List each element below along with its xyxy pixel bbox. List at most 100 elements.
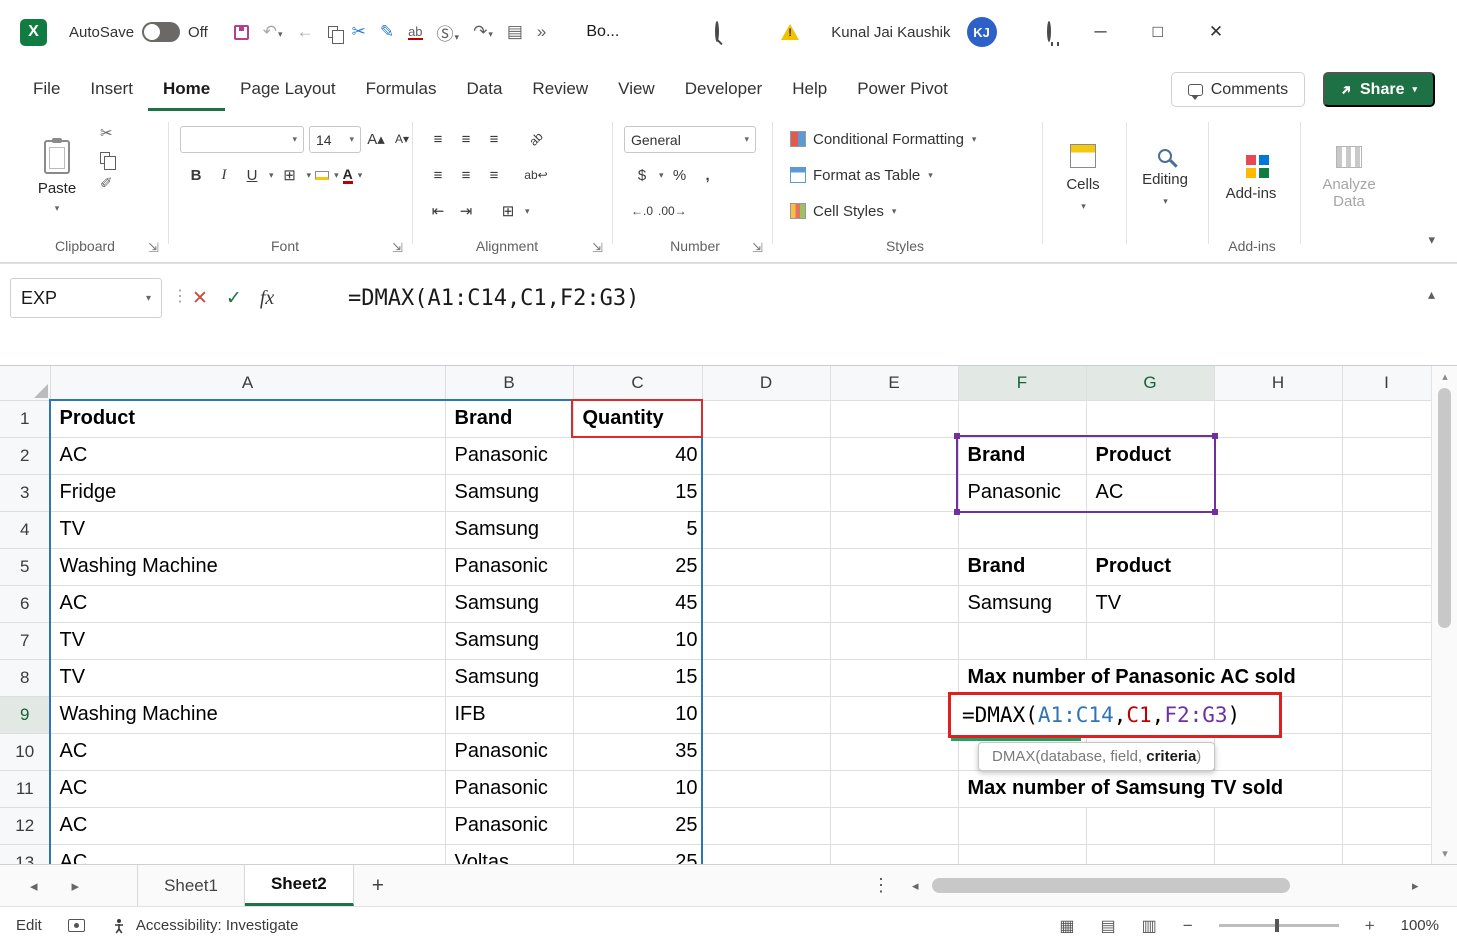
macro-record-icon[interactable] (68, 919, 85, 932)
formula-edit-box[interactable]: =DMAX(A1:C14,C1,F2:G3) (948, 692, 1282, 738)
merge-center-icon[interactable]: ⊞ (496, 198, 520, 224)
insert-function-icon[interactable]: fx (260, 287, 274, 310)
cell[interactable]: 5 (573, 511, 702, 548)
close-button[interactable]: ✕ (1209, 22, 1223, 42)
cell[interactable]: Panasonic (445, 807, 573, 844)
chevron-down-icon[interactable]: ▾ (659, 170, 664, 181)
cell[interactable]: TV (50, 659, 445, 696)
col-header-h[interactable]: H (1214, 366, 1342, 400)
cell[interactable] (1342, 400, 1431, 437)
cell[interactable]: Washing Machine (50, 548, 445, 585)
horizontal-scrollbar[interactable] (932, 878, 1404, 893)
minimize-button[interactable]: ─ (1095, 22, 1107, 42)
cell[interactable] (1342, 474, 1431, 511)
sheetbar-menu-icon[interactable]: ⋮ (872, 875, 890, 896)
vertical-scroll-thumb[interactable] (1438, 388, 1451, 628)
zoom-out-icon[interactable]: − (1183, 916, 1193, 936)
qat-overflow-icon[interactable]: » (537, 22, 546, 42)
undo-button[interactable]: ↶▾ (263, 22, 283, 42)
save-icon[interactable] (234, 25, 249, 40)
cell[interactable] (1214, 622, 1342, 659)
cell[interactable]: 25 (573, 548, 702, 585)
alignment-dialog-launcher-icon[interactable]: ⇲ (592, 240, 603, 256)
cancel-entry-icon[interactable]: ✕ (192, 287, 208, 310)
zoom-in-icon[interactable]: + (1365, 916, 1375, 936)
cell[interactable] (1342, 733, 1431, 770)
cell[interactable]: AC (50, 437, 445, 474)
paste-button[interactable]: Paste ▾ (24, 122, 90, 232)
chevron-down-icon[interactable]: ▾ (269, 170, 274, 181)
cell[interactable] (702, 622, 830, 659)
col-header-a[interactable]: A (50, 366, 445, 400)
cell[interactable] (830, 733, 958, 770)
cell[interactable]: Fridge (50, 474, 445, 511)
back-icon[interactable]: ← (297, 22, 314, 42)
cell[interactable]: 25 (573, 844, 702, 864)
cell[interactable]: Panasonic (445, 733, 573, 770)
cell[interactable] (1214, 548, 1342, 585)
align-center-icon[interactable]: ≡ (454, 162, 478, 188)
row-header[interactable]: 13 (0, 844, 50, 864)
cell[interactable]: Panasonic (445, 548, 573, 585)
cell[interactable] (1214, 400, 1342, 437)
cell[interactable] (1214, 844, 1342, 864)
cell[interactable]: Panasonic (445, 770, 573, 807)
row-header[interactable]: 9 (0, 696, 50, 733)
row-header[interactable]: 3 (0, 474, 50, 511)
cell[interactable] (1214, 733, 1342, 770)
tab-review[interactable]: Review (517, 67, 603, 111)
addins-button[interactable]: Add-ins (1214, 122, 1288, 234)
cell[interactable] (830, 844, 958, 864)
cell[interactable]: Washing Machine (50, 696, 445, 733)
cell[interactable] (1342, 659, 1431, 696)
number-dialog-launcher-icon[interactable]: ⇲ (752, 240, 763, 256)
col-header-d[interactable]: D (702, 366, 830, 400)
tab-insert[interactable]: Insert (75, 67, 148, 111)
cell[interactable]: Samsung (445, 474, 573, 511)
cell[interactable]: Product (1086, 437, 1214, 474)
row-header[interactable]: 7 (0, 622, 50, 659)
formula-bar-handle[interactable]: ⋮ (172, 286, 188, 306)
cell[interactable] (702, 548, 830, 585)
cell[interactable]: IFB (445, 696, 573, 733)
bold-button[interactable]: B (184, 162, 208, 188)
col-header-b[interactable]: B (445, 366, 573, 400)
cell[interactable] (1342, 807, 1431, 844)
cell[interactable]: Samsung (958, 585, 1086, 622)
cell[interactable]: Panasonic (958, 474, 1086, 511)
increase-decimal-icon[interactable]: ←.0 (630, 198, 654, 224)
formula-input[interactable]: =DMAX(A1:C14,C1,F2:G3) (348, 278, 639, 318)
cell[interactable] (830, 474, 958, 511)
cell[interactable] (1086, 844, 1214, 864)
analyze-data-button[interactable]: Analyze Data (1306, 122, 1392, 234)
orientation-icon[interactable]: ab (518, 121, 553, 156)
cell[interactable] (1086, 622, 1214, 659)
decrease-decimal-icon[interactable]: .00→ (658, 198, 687, 224)
next-sheet-icon[interactable]: ▸ (72, 877, 80, 895)
cell[interactable] (702, 437, 830, 474)
cell[interactable] (830, 622, 958, 659)
align-left-icon[interactable]: ≡ (426, 162, 450, 188)
cell[interactable] (1342, 770, 1431, 807)
hscroll-right-icon[interactable]: ▸ (1412, 878, 1419, 894)
zoom-slider-thumb[interactable] (1275, 919, 1279, 932)
sensitivity-button[interactable]: Ⓢ▾ (437, 20, 460, 45)
format-as-table-button[interactable]: Format as Table ▾ (790, 160, 933, 190)
cell[interactable]: TV (1086, 585, 1214, 622)
cell[interactable] (702, 844, 830, 864)
zoom-level[interactable]: 100% (1401, 917, 1439, 934)
tab-data[interactable]: Data (452, 67, 518, 111)
tab-developer[interactable]: Developer (670, 67, 778, 111)
cell[interactable] (702, 733, 830, 770)
cell[interactable] (1342, 437, 1431, 474)
row-header[interactable]: 6 (0, 585, 50, 622)
chevron-down-icon[interactable]: ▾ (334, 170, 339, 181)
percent-style-icon[interactable]: % (668, 162, 692, 188)
comma-style-icon[interactable]: , (696, 162, 720, 188)
cell[interactable] (1342, 844, 1431, 864)
row-header[interactable]: 11 (0, 770, 50, 807)
redo-button[interactable]: ↷▾ (473, 22, 493, 42)
cell[interactable]: Brand (958, 548, 1086, 585)
cell[interactable] (1086, 400, 1214, 437)
cell[interactable] (1214, 437, 1342, 474)
